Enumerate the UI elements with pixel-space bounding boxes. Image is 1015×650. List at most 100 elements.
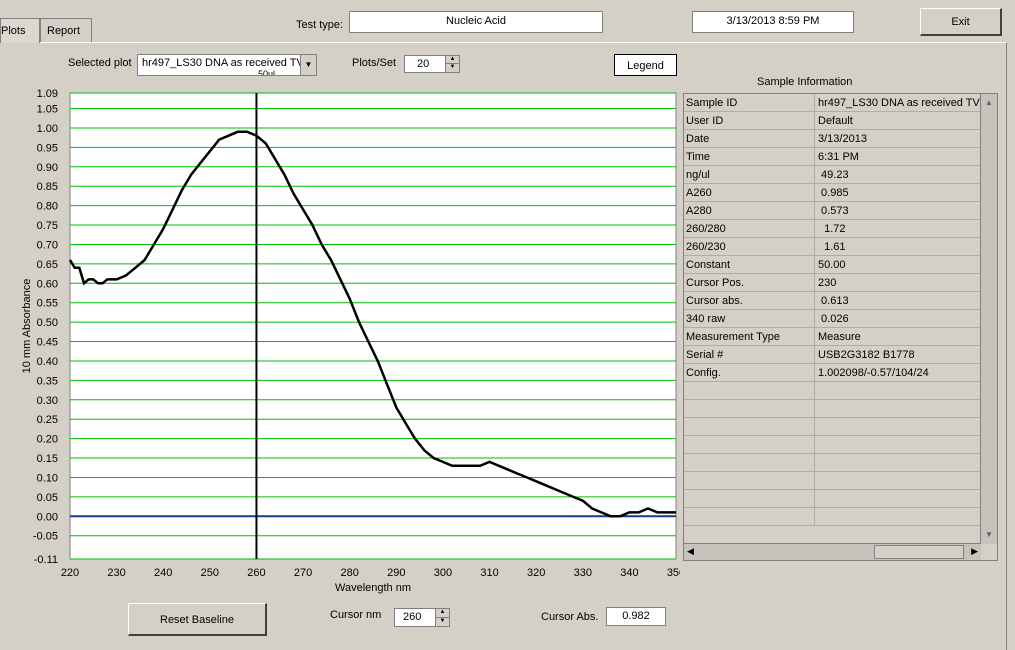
selected-plot-value: hr497_LS30 DNA as received TV (142, 57, 304, 69)
tab-plots[interactable]: Plots (0, 18, 40, 43)
y-tick-label: 0.85 (37, 181, 58, 193)
plots-per-set-label: Plots/Set (352, 57, 397, 69)
row-key: Cursor abs. (686, 295, 743, 307)
tab-report[interactable]: Report (40, 18, 92, 43)
x-tick-label: 280 (341, 567, 359, 579)
tab-plots-label: Plots (1, 25, 26, 37)
table-row: 260/230 1.61 (684, 238, 981, 256)
plots-per-set-value: 20 (417, 58, 430, 70)
column-divider (814, 364, 815, 382)
cursor-abs-field: 0.982 (606, 607, 666, 626)
legend-button[interactable]: Legend (614, 54, 677, 76)
column-divider (814, 130, 815, 148)
reset-baseline-button[interactable]: Reset Baseline (128, 603, 267, 636)
table-row: A260 0.985 (684, 184, 981, 202)
y-tick-label: 0.80 (37, 201, 58, 213)
column-divider (814, 328, 815, 346)
x-tick-label: 350 (667, 567, 680, 579)
x-tick-label: 240 (154, 567, 172, 579)
table-row: Time 6:31 PM (684, 148, 981, 166)
row-value: USB2G3182 B1778 (818, 349, 915, 361)
y-tick-label: 1.09 (37, 88, 58, 100)
column-divider (814, 220, 815, 238)
table-row (684, 400, 981, 418)
y-axis-label: 10 mm Absorbance (21, 279, 33, 374)
scroll-left-icon[interactable]: ◀ (687, 546, 694, 557)
cursor-abs-label: Cursor Abs. (541, 611, 599, 623)
row-value: 1.72 (818, 223, 846, 235)
y-tick-labels: 1.09 1.05 1.00 0.95 0.90 0.85 0.80 0.75 0.70 0.65… (33, 88, 58, 566)
table-row (684, 454, 981, 472)
x-tick-labels: 220 230 240 250 260 270 280 290 300 310 320 330 340 3… (61, 567, 680, 579)
vertical-scrollbar[interactable]: ▲ ▼ (980, 94, 997, 544)
y-tick-label: 0.65 (37, 259, 58, 271)
absorbance-chart[interactable]: 1.09 1.05 1.00 0.95 0.90 0.85 0.80 0.75 0.70 0.65… (0, 85, 680, 640)
row-value: 1.002098/-0.57/104/24 (818, 367, 929, 379)
column-divider (814, 454, 815, 472)
chevron-down-icon[interactable]: ▼ (300, 55, 316, 75)
column-divider (814, 148, 815, 166)
row-value: Default (818, 115, 853, 127)
row-key: 260/230 (686, 241, 726, 253)
selected-plot-select[interactable]: hr497_LS30 DNA as received TV 50ul ▼ (137, 54, 317, 76)
y-tick-label: 1.00 (37, 123, 58, 135)
exit-button[interactable]: Exit (920, 8, 1002, 36)
row-key: A260 (686, 187, 712, 199)
column-divider (814, 436, 815, 454)
scroll-right-icon[interactable]: ▶ (971, 546, 978, 557)
row-key: ng/ul (686, 169, 710, 181)
y-tick-label: 0.20 (37, 434, 58, 446)
table-row: Measurement Type Measure (684, 328, 981, 346)
test-type-field: Nucleic Acid (349, 11, 603, 33)
row-key: 340 raw (686, 313, 726, 325)
row-value: 50.00 (818, 259, 846, 271)
column-divider (814, 94, 815, 112)
selected-plot-label: Selected plot (68, 57, 132, 69)
y-tick-label: 0.60 (37, 278, 58, 290)
row-value: 49.23 (818, 169, 849, 181)
y-tick-label: 0.05 (37, 492, 58, 504)
y-tick-label: 0.75 (37, 220, 58, 232)
stepper-up-icon[interactable]: ▲ (436, 609, 449, 618)
table-row: Constant 50.00 (684, 256, 981, 274)
table-row: 260/280 1.72 (684, 220, 981, 238)
column-divider (814, 202, 815, 220)
y-tick-label: 0.15 (37, 453, 58, 465)
row-key: Sample ID (686, 97, 738, 109)
table-row: Serial # USB2G3182 B1778 (684, 346, 981, 364)
column-divider (814, 166, 815, 184)
table-row: Cursor Pos. 230 (684, 274, 981, 292)
row-key: Cursor Pos. (686, 277, 745, 289)
column-divider (814, 184, 815, 202)
x-tick-label: 320 (527, 567, 545, 579)
scroll-down-icon[interactable]: ▼ (982, 528, 996, 542)
horizontal-scrollbar[interactable]: ◀ ▶ (684, 543, 981, 560)
row-value: 3/13/2013 (818, 133, 867, 145)
sample-info-table[interactable]: Sample ID hr497_LS30 DNA as received TV 5… (683, 93, 998, 561)
column-divider (814, 112, 815, 130)
table-row (684, 472, 981, 490)
table-row: Config. 1.002098/-0.57/104/24 (684, 364, 981, 382)
plots-per-set-stepper[interactable]: 20 ▲ ▼ (404, 55, 460, 73)
table-row: User ID Default (684, 112, 981, 130)
x-tick-label: 250 (201, 567, 219, 579)
table-row (684, 508, 981, 526)
y-tick-label: 0.35 (37, 375, 58, 387)
column-divider (814, 418, 815, 436)
stepper-down-icon[interactable]: ▼ (436, 618, 449, 627)
y-tick-label: 0.30 (37, 395, 58, 407)
y-tick-label: -0.11 (34, 554, 58, 566)
cursor-nm-stepper[interactable]: 260 ▲ ▼ (394, 608, 450, 627)
stepper-up-icon[interactable]: ▲ (446, 56, 459, 64)
row-value: 6:31 PM (818, 151, 859, 163)
stepper-down-icon[interactable]: ▼ (446, 64, 459, 72)
row-key: Date (686, 133, 710, 145)
scroll-up-icon[interactable]: ▲ (982, 96, 996, 110)
y-tick-label: 0.55 (37, 298, 58, 310)
table-row: Cursor abs. 0.613 (684, 292, 981, 310)
row-value: 0.613 (818, 295, 849, 307)
table-row: A280 0.573 (684, 202, 981, 220)
scroll-thumb[interactable] (874, 545, 964, 559)
row-value: Measure (818, 331, 861, 343)
datetime-display: 3/13/2013 8:59 PM (692, 11, 854, 33)
